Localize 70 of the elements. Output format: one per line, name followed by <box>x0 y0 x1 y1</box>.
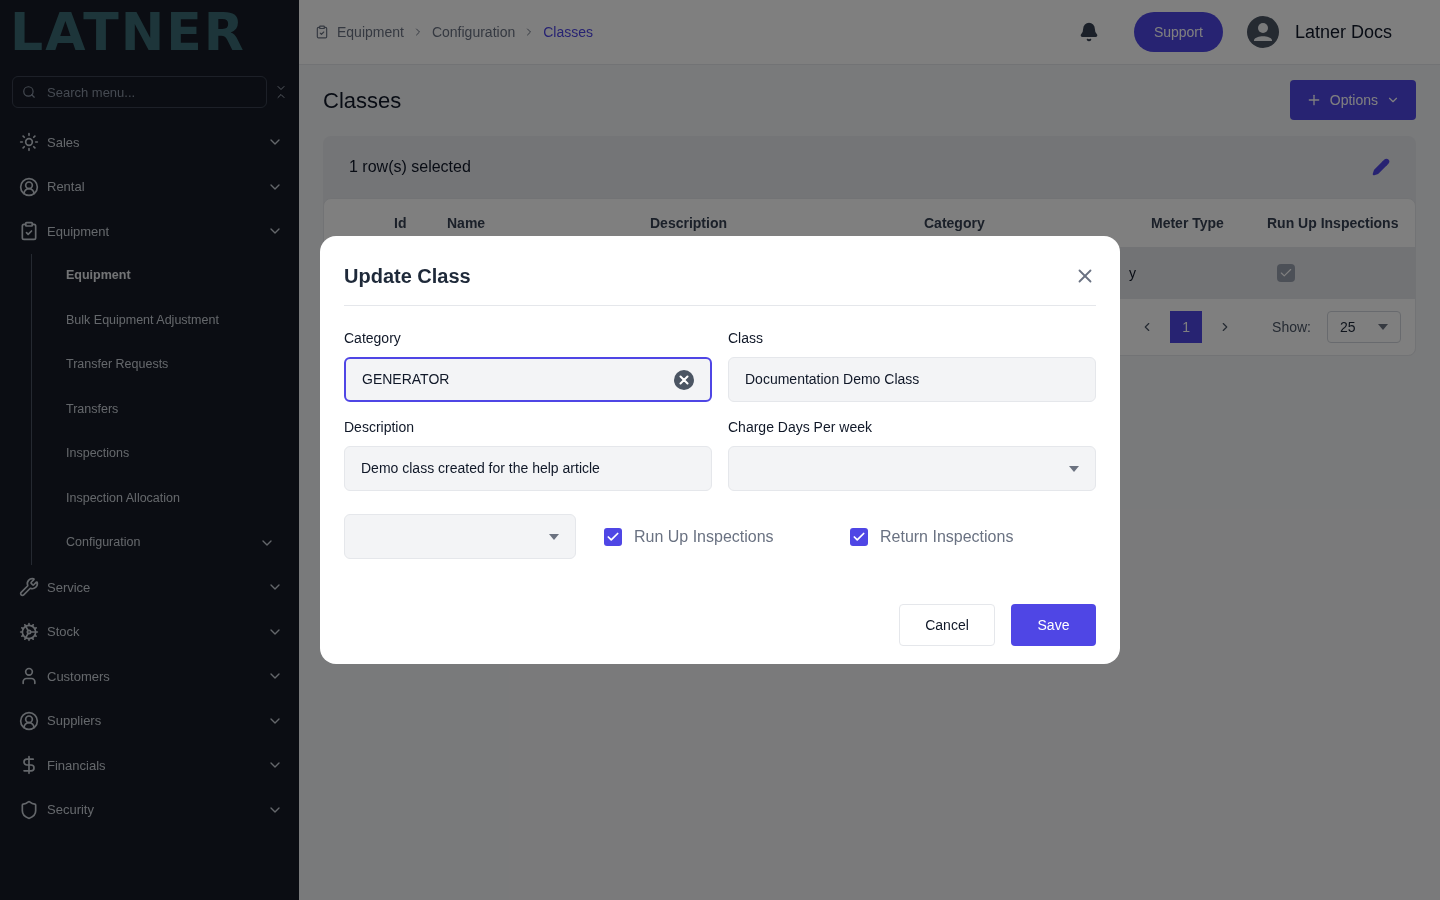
menu-icon <box>19 799 39 820</box>
menu-icon <box>19 710 39 731</box>
sidebar-item[interactable]: Service <box>0 565 299 610</box>
support-button[interactable]: Support <box>1133 12 1223 52</box>
sidebar-item[interactable]: Stock <box>0 609 299 654</box>
input-field[interactable]: Demo class created for the help article <box>344 446 712 491</box>
clear-icon[interactable] <box>674 369 694 390</box>
sidebar-item[interactable]: Sales <box>0 120 299 165</box>
field-label: Category <box>344 329 402 348</box>
selection-count: 1 row(s) selected <box>349 157 472 177</box>
checkbox[interactable] <box>1277 264 1295 282</box>
submenu-item[interactable]: Configuration <box>32 520 299 565</box>
table-cell-text: y <box>1129 263 1136 283</box>
avatar-icon[interactable] <box>1246 16 1279 48</box>
input-field[interactable]: GENERATOR <box>344 357 712 402</box>
edit-icon[interactable] <box>1372 158 1390 176</box>
caret-icon <box>1069 465 1079 472</box>
menu-icon <box>19 132 39 153</box>
select-field[interactable] <box>344 514 576 559</box>
submenu-item[interactable]: Transfer Requests <box>32 342 299 387</box>
sidebar-item[interactable]: Security <box>0 787 299 832</box>
sidebar-item[interactable]: Customers <box>0 654 299 699</box>
submenu-item[interactable]: Inspections <box>32 431 299 476</box>
check-icon <box>1279 266 1293 280</box>
checkbox-label: Run Up Inspections <box>633 526 774 547</box>
notification-bell-icon[interactable] <box>1078 22 1099 42</box>
breadcrumb-link[interactable]: Equipment <box>337 21 404 43</box>
page-number[interactable]: 1 <box>1170 311 1203 343</box>
column-header: Meter Type <box>1151 213 1225 233</box>
menu-icon <box>19 221 39 242</box>
save-button[interactable]: Save <box>1011 604 1096 646</box>
column-header: Id <box>394 213 408 233</box>
column-header: Run Up Inspections <box>1267 213 1400 233</box>
user-name: Latner Docs <box>1294 20 1392 44</box>
show-label: Show: <box>1272 317 1311 337</box>
sidebar-item[interactable]: Rental <box>0 164 299 209</box>
menu-icon <box>19 621 39 642</box>
submenu-item[interactable]: Transfers <box>32 387 299 432</box>
checkbox[interactable] <box>850 527 868 546</box>
checkbox[interactable] <box>603 527 622 546</box>
submenu-item[interactable]: Equipment <box>32 253 299 298</box>
caret-icon <box>548 533 559 540</box>
page-size-select[interactable]: 25 <box>1327 311 1401 343</box>
menu-icon <box>19 666 39 687</box>
menu-icon <box>19 577 39 598</box>
column-header: Category <box>924 213 986 233</box>
column-header: Name <box>447 213 487 233</box>
menu-icon <box>19 176 39 197</box>
field-label: Charge Days Per week <box>728 418 873 437</box>
clipboard-icon <box>315 25 329 39</box>
select-field[interactable] <box>728 446 1096 491</box>
submenu-item[interactable]: Bulk Equipment Adjustment <box>32 298 299 343</box>
breadcrumb-link[interactable]: Classes <box>543 21 593 43</box>
search-field[interactable]: Search menu... <box>12 76 267 108</box>
checkbox-label: Return Inspections <box>880 526 1014 547</box>
column-header: Description <box>650 213 728 233</box>
search-icon <box>22 85 36 99</box>
breadcrumb-link[interactable]: Configuration <box>431 21 516 43</box>
field-label: Class <box>728 329 764 348</box>
caret-icon <box>1378 324 1388 330</box>
sidebar-item[interactable]: Financials <box>0 743 299 788</box>
field-label: Description <box>344 418 416 437</box>
sidebar-item[interactable]: Suppliers <box>0 698 299 743</box>
input-field[interactable]: Documentation Demo Class <box>728 357 1096 402</box>
options-button[interactable]: Options <box>1289 80 1416 120</box>
cancel-button[interactable]: Cancel <box>899 604 995 646</box>
sidebar-item[interactable]: Equipment <box>0 209 299 254</box>
page-title: Classes <box>323 86 402 115</box>
submenu-item[interactable]: Inspection Allocation <box>32 476 299 521</box>
dialog-title: Update Class <box>344 263 472 289</box>
